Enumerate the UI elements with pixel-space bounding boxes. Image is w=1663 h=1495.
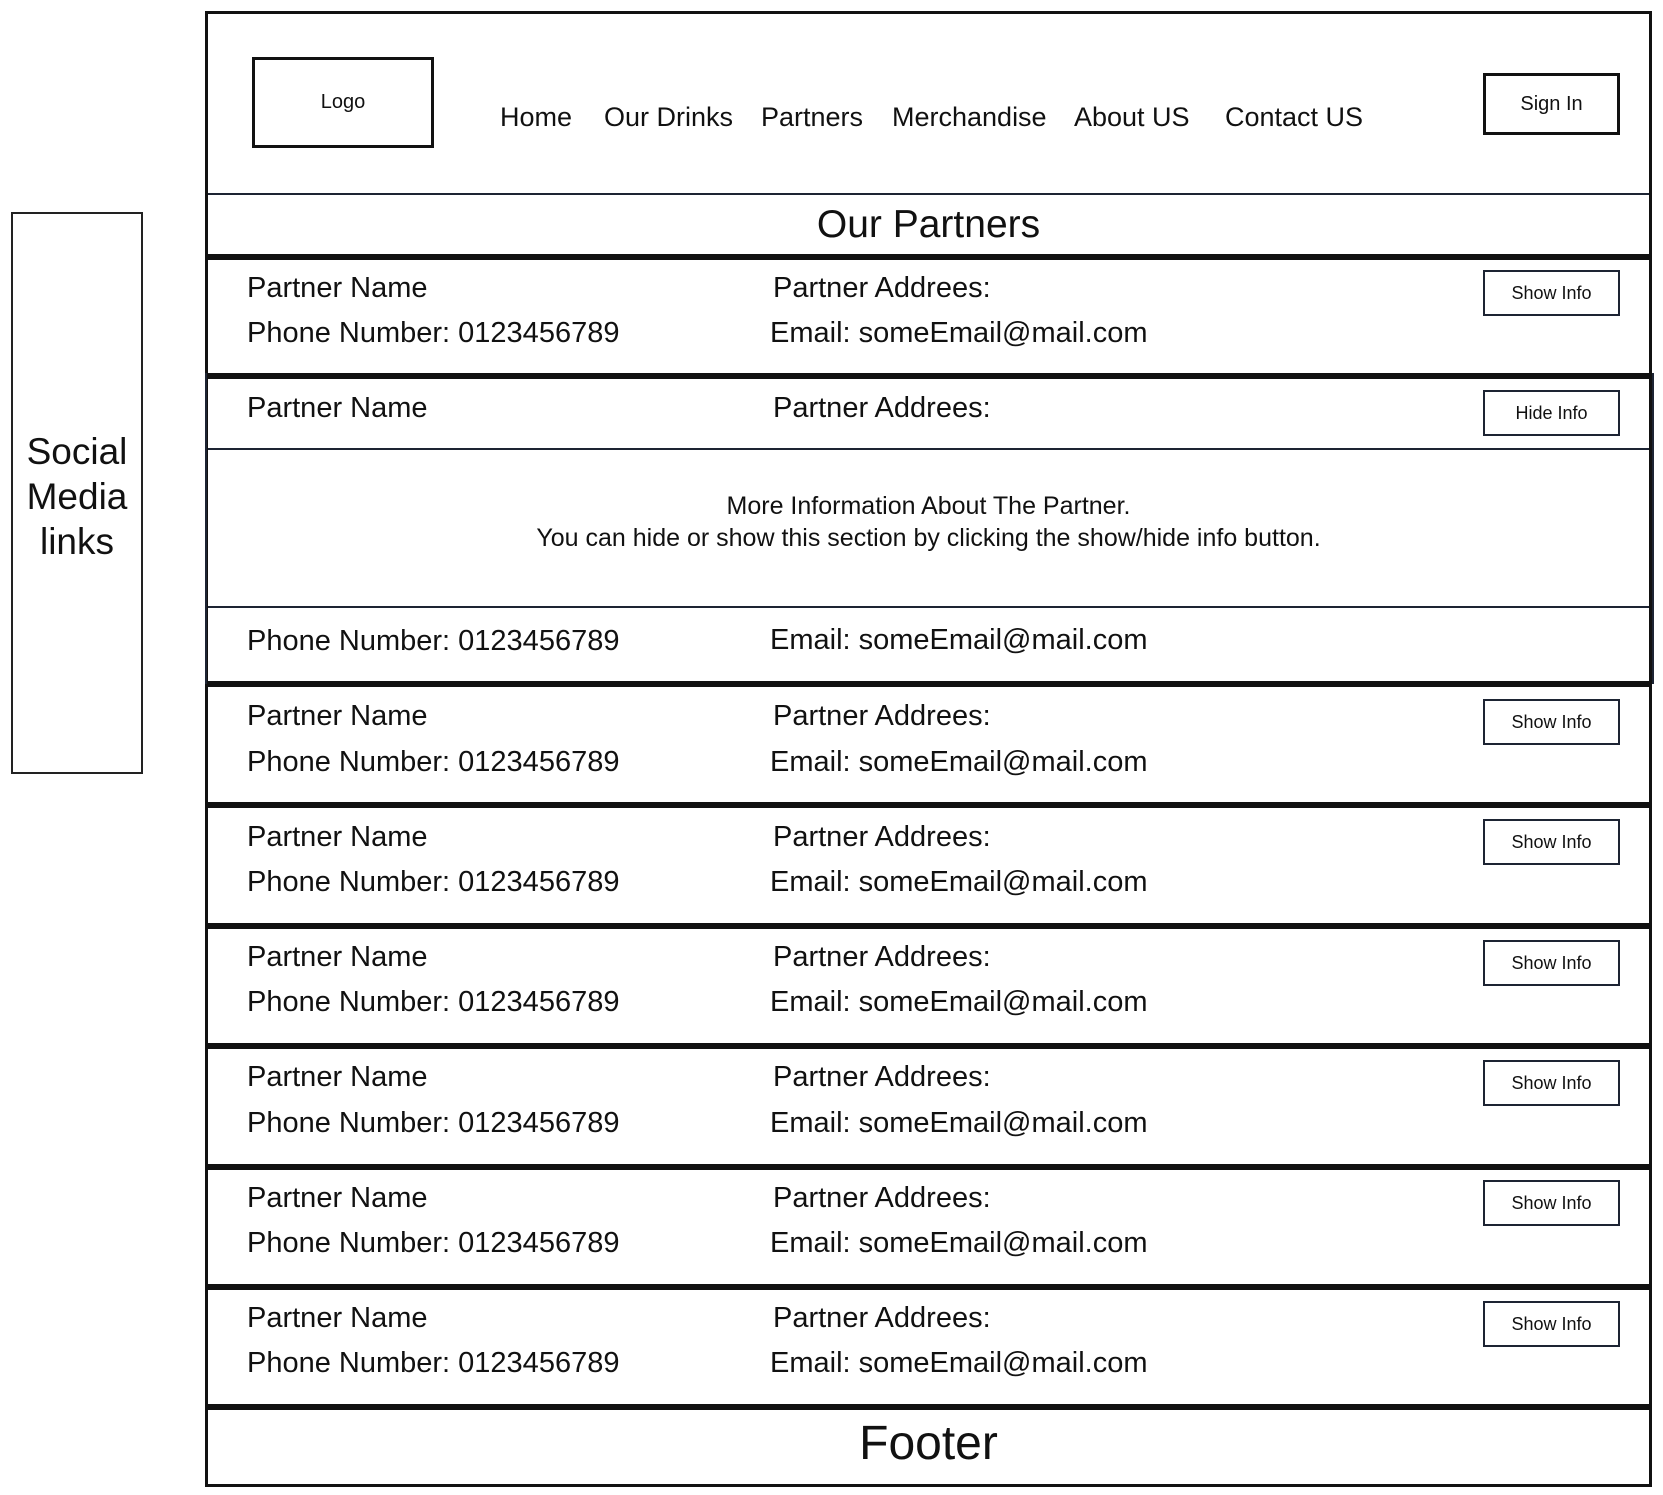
button-label: Show Info <box>1511 1192 1592 1213</box>
partner-name: Partner Name <box>247 821 428 853</box>
hide-info-button[interactable]: Hide Info <box>1483 390 1620 436</box>
partner-name: Partner Name <box>247 392 428 424</box>
partner-email: Email: someEmail@mail.com <box>770 866 1148 898</box>
partner-address: Partner Addrees: <box>773 941 991 973</box>
social-media-links[interactable]: Social Media links <box>11 212 143 774</box>
social-line-3: links <box>39 521 115 562</box>
partner-phone: Phone Number: 0123456789 <box>247 625 620 657</box>
nav-about-us[interactable]: About US <box>1074 102 1190 133</box>
divider <box>208 681 1649 687</box>
nav-home[interactable]: Home <box>500 102 572 133</box>
more-info-line-2: You can hide or show this section by cli… <box>536 524 1321 552</box>
site-header: Logo Home Our Drinks Partners Merchandis… <box>208 14 1649 195</box>
more-info-section: More Information About The Partner. You … <box>208 448 1649 608</box>
partner-phone: Phone Number: 0123456789 <box>247 317 620 349</box>
partner-name: Partner Name <box>247 1302 428 1334</box>
show-info-button[interactable]: Show Info <box>1483 699 1620 745</box>
social-line-1: Social <box>26 431 128 472</box>
partner-phone: Phone Number: 0123456789 <box>247 746 620 778</box>
partner-email: Email: someEmail@mail.com <box>770 1107 1148 1139</box>
more-info-line-1: More Information About The Partner. <box>726 492 1131 520</box>
partner-phone: Phone Number: 0123456789 <box>247 1227 620 1259</box>
partner-name: Partner Name <box>247 1061 428 1093</box>
partner-email: Email: someEmail@mail.com <box>770 1227 1148 1259</box>
divider <box>208 923 1649 929</box>
nav-contact-us[interactable]: Contact US <box>1225 102 1363 133</box>
button-label: Show Info <box>1511 1072 1592 1093</box>
partner-name: Partner Name <box>247 700 428 732</box>
nav-our-drinks[interactable]: Our Drinks <box>604 102 733 133</box>
partner-name: Partner Name <box>247 1182 428 1214</box>
partner-address: Partner Addrees: <box>773 272 991 304</box>
show-info-button[interactable]: Show Info <box>1483 1180 1620 1226</box>
partner-email: Email: someEmail@mail.com <box>770 317 1148 349</box>
show-info-button[interactable]: Show Info <box>1483 270 1620 316</box>
partner-address: Partner Addrees: <box>773 1061 991 1093</box>
show-info-button[interactable]: Show Info <box>1483 1060 1620 1106</box>
divider <box>208 1284 1649 1290</box>
nav-merchandise[interactable]: Merchandise <box>892 102 1047 133</box>
show-info-button[interactable]: Show Info <box>1483 1301 1620 1347</box>
partner-address: Partner Addrees: <box>773 1302 991 1334</box>
partner-phone: Phone Number: 0123456789 <box>247 1107 620 1139</box>
partner-address: Partner Addrees: <box>773 821 991 853</box>
partner-email: Email: someEmail@mail.com <box>770 746 1148 778</box>
partner-name: Partner Name <box>247 272 428 304</box>
sign-in-button[interactable]: Sign In <box>1483 73 1620 135</box>
page-frame: Logo Home Our Drinks Partners Merchandis… <box>205 11 1654 1487</box>
divider <box>208 802 1649 808</box>
footer: Footer <box>859 1417 998 1470</box>
partner-email: Email: someEmail@mail.com <box>770 986 1148 1018</box>
button-label: Show Info <box>1511 1313 1592 1334</box>
button-label: Hide Info <box>1515 402 1588 423</box>
partner-address: Partner Addrees: <box>773 1182 991 1214</box>
button-label: Show Info <box>1511 711 1592 732</box>
partner-name: Partner Name <box>247 941 428 973</box>
partner-phone: Phone Number: 0123456789 <box>247 1347 620 1379</box>
page-title: Our Partners <box>816 203 1041 246</box>
nav-partners[interactable]: Partners <box>761 102 863 133</box>
social-line-2: Media <box>26 476 128 517</box>
sign-in-label: Sign In <box>1520 92 1583 115</box>
divider <box>208 1164 1649 1170</box>
show-info-button[interactable]: Show Info <box>1483 819 1620 865</box>
divider <box>208 373 1649 379</box>
show-info-button[interactable]: Show Info <box>1483 940 1620 986</box>
partner-email: Email: someEmail@mail.com <box>770 624 1148 656</box>
button-label: Show Info <box>1511 831 1592 852</box>
divider <box>208 1043 1649 1049</box>
partner-address: Partner Addrees: <box>773 392 991 424</box>
logo[interactable]: Logo <box>252 57 434 148</box>
partner-email: Email: someEmail@mail.com <box>770 1347 1148 1379</box>
partner-address: Partner Addrees: <box>773 700 991 732</box>
divider <box>208 254 1649 260</box>
button-label: Show Info <box>1511 952 1592 973</box>
button-label: Show Info <box>1511 282 1592 303</box>
logo-label: Logo <box>320 91 366 113</box>
partner-phone: Phone Number: 0123456789 <box>247 866 620 898</box>
partner-phone: Phone Number: 0123456789 <box>247 986 620 1018</box>
